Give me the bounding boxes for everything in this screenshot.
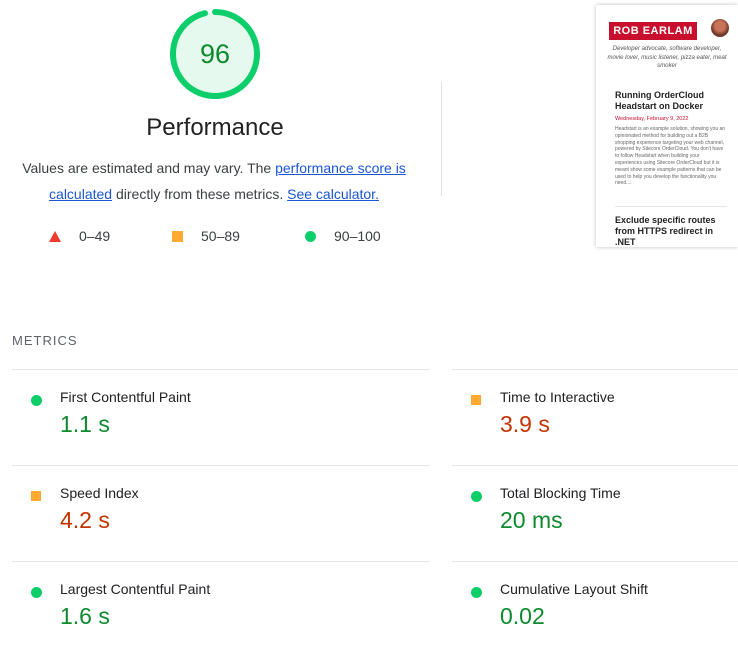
metric-divider [12, 465, 429, 466]
metric-first-contentful-paint: First Contentful Paint 1.1 s [31, 389, 331, 453]
post-title-2: Exclude specific routes from HTTPS redir… [615, 215, 716, 247]
metric-divider [452, 465, 738, 466]
post-title: Running OrderCloud Headstart on Docker [615, 90, 704, 111]
legend-pass: 90–100 [305, 228, 381, 244]
pass-circle-icon [31, 395, 42, 406]
performance-score-gauge: 96 [169, 8, 261, 100]
metric-value: 20 ms [500, 507, 563, 533]
description-middle: directly from these metrics. [112, 186, 288, 202]
metric-value: 1.1 s [60, 411, 110, 437]
metric-speed-index: Speed Index 4.2 s [31, 485, 331, 549]
metric-time-to-interactive: Time to Interactive 3.9 s [471, 389, 738, 453]
pass-circle-icon [31, 587, 42, 598]
legend-pass-range: 90–100 [334, 228, 381, 244]
category-title: Performance [146, 114, 284, 141]
metric-name: Largest Contentful Paint [60, 581, 211, 597]
metric-value: 1.6 s [60, 603, 110, 629]
final-screenshot-thumbnail[interactable]: ROB EARLAM Developer advocate, software … [596, 5, 738, 247]
post-divider [615, 206, 727, 207]
post-excerpt: Headstart is an example solution, showin… [615, 126, 726, 187]
score-value: 96 [199, 39, 231, 69]
description-prefix: Values are estimated and may vary. The [22, 160, 276, 176]
metric-value: 4.2 s [60, 507, 110, 533]
metric-name: Cumulative Layout Shift [500, 581, 648, 597]
legend-average: 50–89 [172, 228, 240, 244]
metric-divider [452, 561, 738, 562]
metric-name: Speed Index [60, 485, 139, 501]
metric-cumulative-layout-shift: Cumulative Layout Shift 0.02 [471, 581, 738, 645]
metric-largest-contentful-paint: Largest Contentful Paint 1.6 s [31, 581, 331, 645]
metric-total-blocking-time: Total Blocking Time 20 ms [471, 485, 738, 549]
metric-value: 3.9 s [500, 411, 550, 437]
orange-square-icon [172, 230, 183, 242]
site-logo: ROB EARLAM [609, 22, 697, 40]
legend-average-range: 50–89 [201, 228, 240, 244]
metric-divider [12, 369, 429, 370]
legend-fail-range: 0–49 [79, 228, 111, 244]
pass-circle-icon [471, 491, 482, 502]
legend-fail: 0–49 [49, 228, 110, 244]
avatar [711, 19, 729, 37]
average-square-icon [31, 491, 41, 501]
green-circle-icon [305, 230, 316, 242]
metric-divider [12, 561, 429, 562]
average-square-icon [471, 395, 481, 405]
pass-circle-icon [471, 587, 482, 598]
metric-name: First Contentful Paint [60, 389, 191, 405]
metric-name: Time to Interactive [500, 389, 615, 405]
site-tagline: Developer advocate, software developer, … [607, 46, 727, 70]
metric-divider [452, 369, 738, 370]
metric-name: Total Blocking Time [500, 485, 621, 501]
vertical-divider [441, 82, 442, 196]
score-description: Values are estimated and may vary. The p… [12, 155, 416, 207]
metrics-header: METRICS [12, 333, 78, 348]
see-calculator-link[interactable]: See calculator. [287, 186, 379, 202]
red-triangle-icon [49, 230, 61, 242]
metric-value: 0.02 [500, 603, 545, 629]
post-date: Wednesday, February 9, 2022 [615, 116, 689, 122]
